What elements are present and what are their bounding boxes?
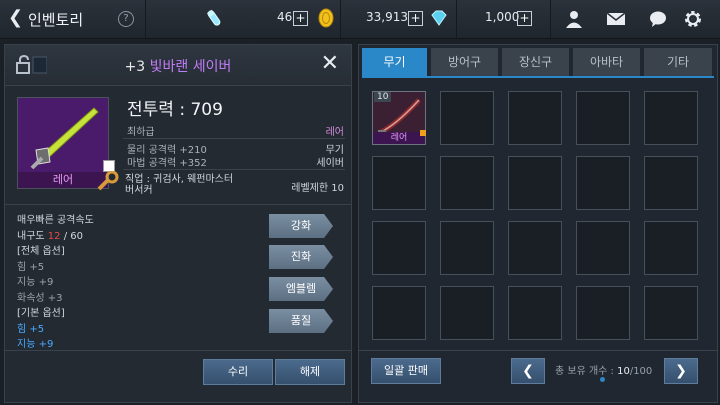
gold-coin-icon <box>318 8 334 28</box>
durability-max: / 60 <box>60 230 83 242</box>
inventory-slot[interactable] <box>372 286 426 340</box>
inventory-slot[interactable] <box>440 221 494 275</box>
option-line: 지능 +9 <box>17 277 54 288</box>
currency-3-add-button[interactable]: + <box>517 11 532 26</box>
combat-power: 전투력 : 709 <box>127 100 223 120</box>
item-count-label: 총 보유 개수 : <box>555 366 618 377</box>
tab-etc[interactable]: 기타 <box>644 48 712 76</box>
divider <box>550 0 551 38</box>
inventory-slot[interactable] <box>440 156 494 210</box>
inventory-slot[interactable] <box>576 156 630 210</box>
top-bar: ❮ 인벤토리 ? 46 + 33,913 + 1,000 + <box>0 0 720 39</box>
page-indicator-dot <box>600 377 605 382</box>
mail-icon[interactable] <box>606 11 626 27</box>
tab-underline <box>362 76 714 78</box>
grade-label: 최하급 <box>127 127 155 138</box>
sell-all-button[interactable]: 일괄 판매 <box>371 358 441 384</box>
divider <box>123 169 345 170</box>
item-count: 총 보유 개수 : 10/100 <box>555 362 652 377</box>
saber-icon <box>18 98 108 172</box>
potion-icon <box>206 9 221 26</box>
inventory-slot[interactable] <box>644 156 698 210</box>
job-requirement: 직업 : 귀검사, 웨펀마스터 버서커 <box>125 174 234 196</box>
enhance-button[interactable]: 강화 <box>269 214 333 238</box>
stat-magic-attack: 마법 공격력 +352 <box>127 158 207 169</box>
currency-2-value: 33,913 <box>366 10 408 24</box>
item-name: 빛바랜 세이버 <box>149 59 232 75</box>
chat-icon[interactable] <box>648 10 668 28</box>
durability-label: 내구도 <box>17 230 48 242</box>
item-detail-panel: +3 빛바랜 세이버 ✕ 10 +3 레어 전투력 : 709 최하급 레어 물… <box>4 44 352 403</box>
currency-1-value: 46 <box>277 10 293 24</box>
emblem-button[interactable]: 엠블렘 <box>269 277 333 301</box>
back-arrow-icon[interactable]: ❮ <box>8 9 24 27</box>
inventory-slot[interactable] <box>576 286 630 340</box>
divider <box>456 0 457 38</box>
evolve-button[interactable]: 진화 <box>269 245 333 269</box>
inventory-slot[interactable] <box>372 221 426 275</box>
option-line: 화속성 +3 <box>17 292 63 304</box>
divider <box>5 204 351 205</box>
inventory-slot[interactable] <box>644 221 698 275</box>
diamond-icon <box>431 10 447 26</box>
item-enhance-level: +3 <box>124 59 146 75</box>
inventory-panel: 무기 방어구 장신구 아바타 기타 10 레어 일괄 판매 ❮ 총 보유 개수 … <box>358 44 718 403</box>
tab-avatar[interactable]: 아바타 <box>573 48 640 76</box>
divider <box>5 350 351 351</box>
inventory-slot[interactable] <box>576 91 630 145</box>
tab-accessory[interactable]: 장신구 <box>502 48 569 76</box>
item-subtype: 세이버 <box>316 158 344 169</box>
tab-weapon[interactable]: 무기 <box>362 48 427 76</box>
section-base-options: [기본 옵션] <box>17 308 65 319</box>
repair-button[interactable]: 수리 <box>203 359 273 385</box>
item-count-value: 10 <box>617 366 630 377</box>
inventory-slot[interactable] <box>440 91 494 145</box>
inventory-slot[interactable] <box>372 156 426 210</box>
quality-button[interactable]: 품질 <box>269 309 333 333</box>
slot-level-badge: 10 <box>374 92 392 102</box>
help-icon[interactable]: ? <box>118 11 134 27</box>
option-line: 힘 +5 <box>17 323 45 335</box>
inventory-slot[interactable] <box>644 286 698 340</box>
section-all-options: [전체 옵션] <box>17 246 65 257</box>
attack-speed: 매우빠른 공격속도 <box>17 215 94 226</box>
item-count-max: /100 <box>629 366 653 377</box>
currency-2-add-button[interactable]: + <box>408 11 423 26</box>
page-title: 인벤토리 <box>28 11 84 29</box>
durability: 내구도 12 / 60 <box>17 229 267 245</box>
next-page-button[interactable]: ❯ <box>664 358 698 384</box>
grade-value: 레어 <box>325 127 344 138</box>
item-options-list: 매우빠른 공격속도 내구도 12 / 60 [전체 옵션] 힘 +5 지능 +9… <box>17 213 267 349</box>
durability-current: 12 <box>47 230 61 242</box>
tab-armor[interactable]: 방어구 <box>431 48 498 76</box>
item-detail-header: +3 빛바랜 세이버 ✕ <box>5 45 351 86</box>
wrench-icon <box>97 171 119 191</box>
option-line: 지능 +9 <box>17 339 54 349</box>
unequip-button[interactable]: 해제 <box>275 359 345 385</box>
level-requirement: 레벨제한 10 <box>291 183 344 194</box>
currency-1-add-button[interactable]: + <box>293 11 308 26</box>
divider <box>340 0 341 38</box>
divider <box>359 350 717 351</box>
divider <box>145 0 146 38</box>
equipped-marker <box>420 130 426 136</box>
currency-3-value: 1,000 <box>485 10 520 24</box>
settings-gear-icon[interactable] <box>683 9 703 29</box>
friends-icon[interactable] <box>564 9 584 29</box>
inventory-slot[interactable] <box>508 286 562 340</box>
option-line: 힘 +5 <box>17 261 45 273</box>
prev-page-button[interactable]: ❮ <box>511 358 545 384</box>
slot-rarity-label: 레어 <box>373 132 425 144</box>
inventory-slot[interactable] <box>508 91 562 145</box>
inventory-slot-item[interactable]: 10 레어 <box>372 91 426 145</box>
inventory-slot[interactable] <box>576 221 630 275</box>
inventory-slot[interactable] <box>508 221 562 275</box>
item-name-title: +3 빛바랜 세이버 <box>5 56 351 76</box>
divider <box>123 138 345 139</box>
inventory-slot[interactable] <box>508 156 562 210</box>
close-icon[interactable]: ✕ <box>321 51 339 76</box>
inventory-slot[interactable] <box>644 91 698 145</box>
inventory-slot[interactable] <box>440 286 494 340</box>
